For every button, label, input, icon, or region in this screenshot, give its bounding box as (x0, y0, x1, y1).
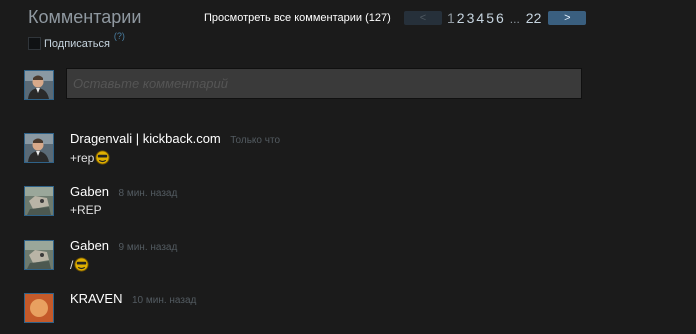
avatar[interactable] (24, 293, 54, 323)
comment-header: KRAVEN 10 мин. назад (70, 290, 196, 308)
comment-text: +REP (70, 203, 102, 217)
page-ellipsis: ... (509, 12, 520, 26)
comment-body: / (70, 257, 89, 272)
subscribe-checkbox[interactable] (28, 37, 41, 50)
comment-author[interactable]: Gaben (70, 238, 109, 253)
avatar[interactable] (24, 240, 54, 270)
comment-text: +rep (70, 150, 95, 165)
subscribe-help-icon[interactable]: (?) (114, 31, 125, 41)
page-link-3[interactable]: 3 (467, 10, 475, 26)
user-avatar-icon (25, 134, 53, 162)
comment-item: Gaben 8 мин. назад +REP (24, 183, 664, 227)
comment-timestamp: 10 мин. назад (131, 295, 197, 306)
emoticon-icon (74, 257, 89, 272)
user-avatar-icon (25, 187, 53, 215)
page-link-5[interactable]: 5 (486, 10, 494, 26)
comments-title: Комментарии (28, 7, 142, 27)
comment-input[interactable] (66, 68, 582, 99)
user-avatar-icon (25, 71, 53, 99)
comment-composer (24, 68, 594, 102)
comment-author[interactable]: Gaben (70, 184, 109, 199)
avatar[interactable] (24, 133, 54, 163)
user-avatar-icon (25, 241, 53, 269)
comment-item: Gaben 9 мин. назад / (24, 237, 664, 281)
view-all-comments-link[interactable]: Просмотреть все комментарии (127) (204, 12, 391, 24)
avatar[interactable] (24, 70, 54, 100)
comment-timestamp: 9 мин. назад (118, 242, 178, 253)
comment-header: Dragenvali | kickback.com Только что (70, 130, 280, 148)
pagination: < 1 2 3 4 5 6 ... 22 > (404, 9, 587, 27)
comment-item: KRAVEN 10 мин. назад (24, 290, 664, 334)
page-link-6[interactable]: 6 (496, 10, 504, 26)
comment-timestamp: 8 мин. назад (118, 188, 178, 199)
page-numbers: 1 2 3 4 5 6 ... 22 (446, 10, 542, 26)
page-link-4[interactable]: 4 (476, 10, 484, 26)
comment-header: Gaben 8 мин. назад (70, 183, 177, 201)
subscribe-row: Подписаться (?) (28, 31, 125, 50)
user-avatar-icon (25, 294, 53, 322)
subscribe-label[interactable]: Подписаться (44, 38, 110, 50)
comment-body: +rep (70, 150, 110, 165)
page-link-2[interactable]: 2 (457, 10, 465, 26)
comment-item: Dragenvali | kickback.com Только что +re… (24, 130, 664, 174)
comment-author[interactable]: KRAVEN (70, 291, 123, 306)
comment-text: / (70, 257, 74, 272)
page-link-1[interactable]: 1 (447, 10, 455, 26)
page-link-last[interactable]: 22 (526, 10, 542, 26)
prev-page-button[interactable]: < (404, 11, 442, 25)
next-page-button[interactable]: > (548, 11, 587, 25)
emoticon-icon (95, 150, 110, 165)
comment-body: +REP (70, 203, 102, 217)
comments-header: Комментарии Просмотреть все комментарии … (28, 7, 688, 33)
avatar[interactable] (24, 186, 54, 216)
comment-author[interactable]: Dragenvali | kickback.com (70, 131, 221, 146)
comment-timestamp: Только что (230, 135, 280, 146)
comment-header: Gaben 9 мин. назад (70, 237, 177, 255)
